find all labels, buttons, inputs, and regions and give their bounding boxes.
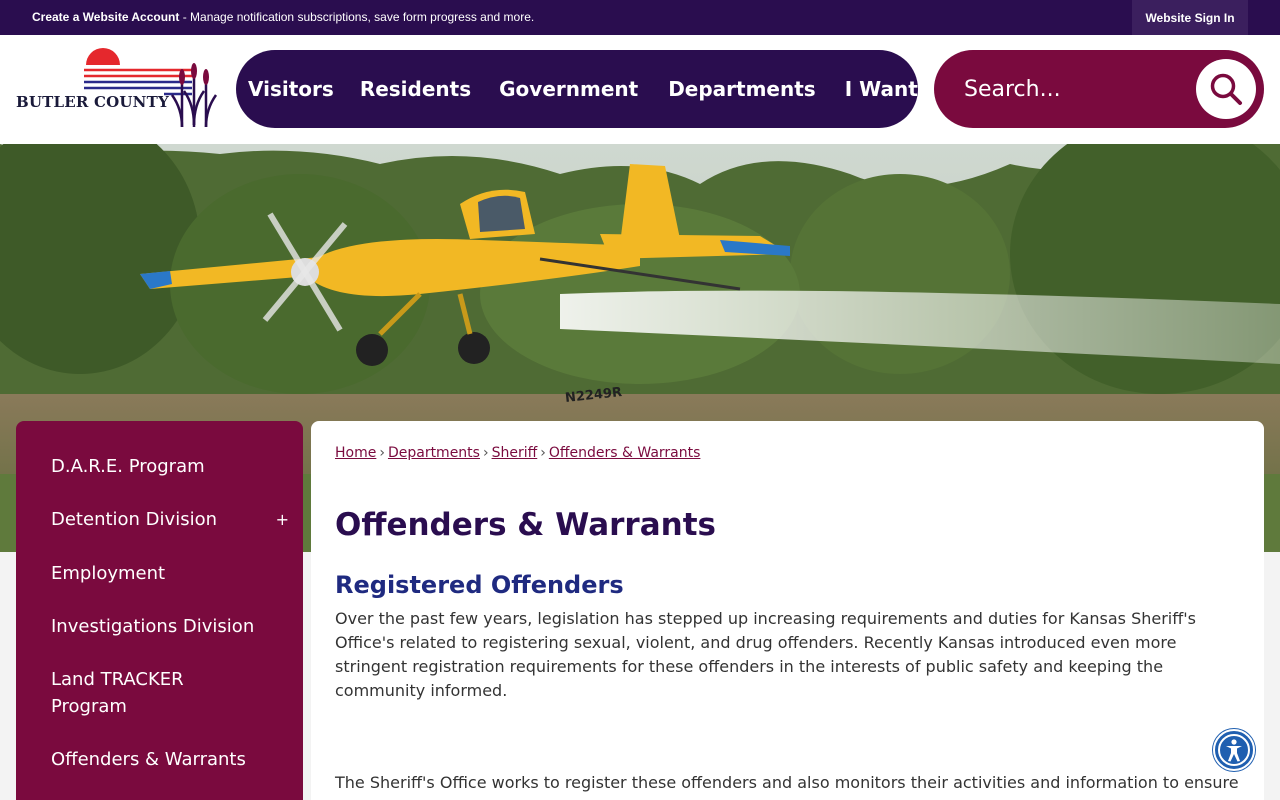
sidebar-item-investigations-division[interactable]: Investigations Division	[16, 601, 303, 652]
sidebar-item-label: Land TRACKER Program	[51, 669, 184, 717]
logo-text: BUTLER COUNTY	[16, 93, 169, 111]
logo-graphic	[84, 48, 218, 128]
breadcrumb-departments[interactable]: Departments	[388, 445, 480, 461]
sidebar-item-label: D.A.R.E. Program	[51, 456, 205, 477]
sidebar-item-label: Detention Division	[51, 509, 217, 530]
main-content: Home › Departments › Sheriff › Offenders & War…	[311, 421, 1264, 800]
breadcrumb-offenders-warrants[interactable]: Offenders & Warrants	[549, 445, 701, 461]
nav-item-residents[interactable]: Residents	[360, 77, 471, 101]
create-account-link[interactable]: Create a Website Account	[32, 10, 179, 24]
breadcrumb-sheriff[interactable]: Sheriff	[492, 445, 538, 461]
sidebar-item-offenders-warrants[interactable]: Offenders & Warrants	[16, 734, 303, 785]
sidebar-item-land-tracker-program[interactable]: Land TRACKER Program	[16, 654, 303, 732]
search-button[interactable]	[1196, 59, 1256, 119]
accessibility-icon	[1218, 734, 1250, 766]
sidebar-item-label: Employment	[51, 563, 166, 584]
create-account-description: - Manage notification subscriptions, sav…	[179, 10, 535, 24]
search-bar	[934, 50, 1264, 128]
breadcrumb-home[interactable]: Home	[335, 445, 376, 461]
page-title: Offenders & Warrants	[335, 507, 716, 543]
breadcrumb-separator: ›	[540, 445, 546, 461]
nav-item-government[interactable]: Government	[499, 77, 638, 101]
sidebar-item-employment[interactable]: Employment	[16, 548, 303, 599]
sidebar-item-detention-division[interactable]: Detention Division +	[16, 494, 303, 545]
create-account-message: Create a Website Account - Manage notifi…	[32, 10, 534, 24]
sheriff-office-paragraph: The Sheriff's Office works to register t…	[335, 773, 1239, 792]
butler-county-logo[interactable]: BUTLER COUNTY	[14, 47, 224, 133]
search-input[interactable]	[964, 70, 1184, 108]
section-title: Registered Offenders	[335, 571, 624, 599]
nav-item-departments[interactable]: Departments	[668, 77, 816, 101]
sidebar-nav: D.A.R.E. Program Detention Division + Em…	[16, 421, 303, 800]
nav-item-visitors[interactable]: Visitors	[248, 77, 334, 101]
sidebar-item-label: Offenders & Warrants	[51, 749, 246, 770]
breadcrumb: Home › Departments › Sheriff › Offenders & War…	[335, 445, 1240, 465]
top-utility-bar: Create a Website Account - Manage notifi…	[0, 0, 1280, 35]
website-sign-in-button[interactable]: Website Sign In	[1132, 0, 1248, 35]
site-header: BUTLER COUNTY Visitors Residents Governm…	[0, 35, 1280, 144]
accessibility-button[interactable]	[1213, 729, 1255, 771]
breadcrumb-separator: ›	[379, 445, 385, 461]
breadcrumb-separator: ›	[482, 445, 489, 461]
registered-offenders-paragraph: Over the past few years, legislation has…	[335, 609, 1196, 700]
main-navigation: Visitors Residents Government Department…	[236, 50, 949, 128]
search-icon	[1210, 73, 1242, 105]
expand-icon[interactable]: +	[276, 506, 289, 533]
sidebar-item-label: Investigations Division	[51, 616, 255, 637]
sidebar-item-dare-program[interactable]: D.A.R.E. Program	[16, 441, 303, 492]
